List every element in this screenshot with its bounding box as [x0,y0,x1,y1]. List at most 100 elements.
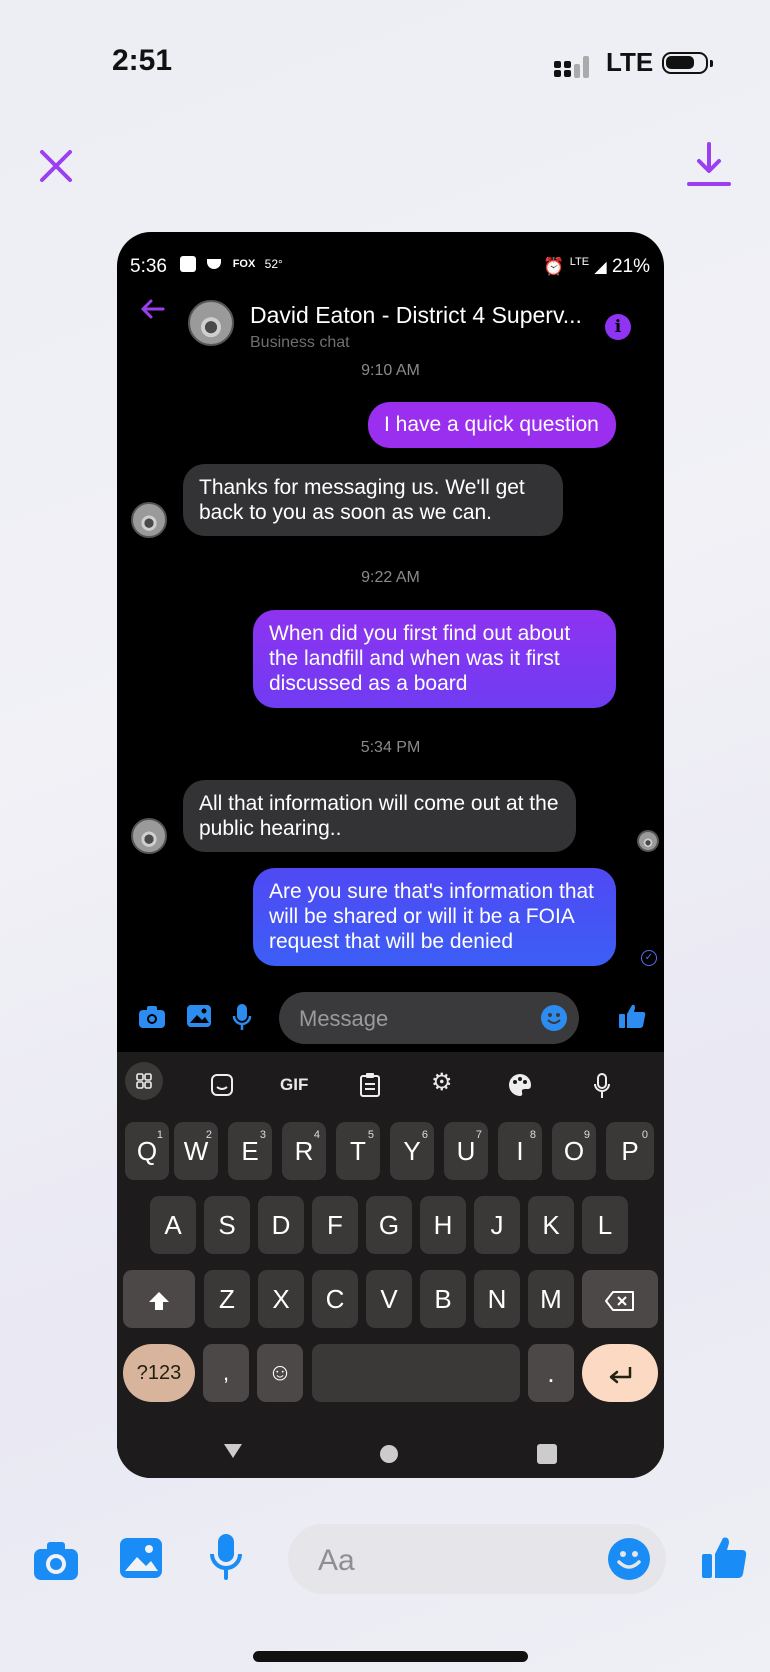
thumbs-up-icon [702,1537,747,1578]
emoji-icon[interactable] [541,1005,567,1031]
key-j[interactable]: J [474,1196,520,1254]
key-x[interactable]: X [258,1270,304,1328]
microphone-button[interactable] [231,1002,253,1037]
voice-input-icon[interactable] [592,1072,612,1105]
key-g[interactable]: G [366,1196,412,1254]
download-icon [687,142,731,186]
shift-key[interactable] [123,1270,195,1328]
key-v[interactable]: V [366,1270,412,1328]
app-notification-icon [180,256,196,272]
message-placeholder: Message [299,1006,389,1031]
close-icon [40,150,72,182]
signal-icon: ◢ [594,259,607,276]
keyboard: GIF ⚙ 1Q 2W 3E 4R 5T 6Y 7U 8I 9O 0P A S … [117,1052,664,1478]
home-indicator [253,1651,528,1662]
inner-status-icons: FOX 52° [180,256,283,272]
key-a[interactable]: A [150,1196,196,1254]
settings-icon[interactable]: ⚙ [431,1068,453,1097]
message-input[interactable]: Message [279,992,579,1044]
message-placeholder: Aa [318,1544,355,1577]
emoji-icon[interactable] [608,1538,650,1580]
microphone-icon [232,1004,252,1030]
clipboard-icon[interactable] [359,1072,381,1103]
contact-name[interactable]: David Eaton - District 4 Superv... [250,302,582,329]
reddit-icon [207,259,222,269]
info-icon: i [614,317,622,337]
gallery-icon [187,1005,211,1027]
inner-status-time: 5:36 [130,256,167,277]
avatar [131,502,167,538]
key-k[interactable]: K [528,1196,574,1254]
message-input[interactable]: Aa [288,1524,666,1594]
nav-back-button[interactable] [222,1442,244,1465]
key-e[interactable]: 3E [228,1122,272,1180]
grid-icon [136,1073,152,1089]
close-button[interactable] [36,146,80,190]
fox-sports-icon: FOX [232,258,256,270]
key-y[interactable]: 6Y [390,1122,434,1180]
space-key[interactable] [312,1344,520,1402]
timestamp: 9:22 AM [361,569,420,586]
apps-button[interactable] [125,1062,163,1100]
key-q[interactable]: 1Q [125,1122,169,1180]
key-o[interactable]: 9O [552,1122,596,1180]
back-button[interactable] [137,294,167,324]
palette-icon[interactable] [507,1072,533,1103]
arrow-left-icon [141,299,165,319]
inner-status-right: ⏰ LTE ◢ 21% [543,256,650,278]
camera-icon [34,1542,78,1580]
key-t[interactable]: 5T [336,1122,380,1180]
nav-home-button[interactable] [380,1445,398,1463]
emoji-key[interactable]: ☺ [257,1344,303,1402]
contact-subtitle: Business chat [250,334,350,351]
key-l[interactable]: L [582,1196,628,1254]
gallery-button[interactable] [118,1536,164,1585]
timestamp: 9:10 AM [361,362,420,379]
backspace-key[interactable] [582,1270,658,1328]
enter-key[interactable] [582,1344,658,1402]
camera-button[interactable] [32,1540,80,1587]
numbers-key[interactable]: ?123 [123,1344,195,1402]
message-bubble-incoming[interactable]: All that information will come out at th… [183,780,576,852]
avatar[interactable] [188,300,234,346]
comma-key[interactable]: , [203,1344,249,1402]
key-z[interactable]: Z [204,1270,250,1328]
message-bubble-outgoing[interactable]: When did you first find out about the la… [253,610,616,708]
key-b[interactable]: B [420,1270,466,1328]
gallery-button[interactable] [185,1003,213,1034]
camera-button[interactable] [137,1004,167,1035]
network-label: LTE [606,47,654,77]
key-c[interactable]: C [312,1270,358,1328]
key-p[interactable]: 0P [606,1122,654,1180]
download-button[interactable] [686,142,732,190]
info-button[interactable]: i [605,314,631,340]
key-w[interactable]: 2W [174,1122,218,1180]
sticker-icon[interactable] [209,1072,235,1103]
period-key[interactable]: . [528,1344,574,1402]
key-u[interactable]: 7U [444,1122,488,1180]
like-button[interactable] [700,1534,748,1587]
key-r[interactable]: 4R [282,1122,326,1180]
message-bubble-outgoing[interactable]: I have a quick question [368,402,616,448]
like-button[interactable] [617,1002,647,1035]
alarm-icon: ⏰ [543,257,565,276]
signal-icon [552,54,602,87]
key-i[interactable]: 8I [498,1122,542,1180]
key-m[interactable]: M [528,1270,574,1328]
microphone-icon [210,1534,242,1580]
enter-icon [609,1367,632,1384]
key-d[interactable]: D [258,1196,304,1254]
avatar [131,818,167,854]
nav-recents-button[interactable] [537,1444,557,1464]
message-bubble-incoming[interactable]: Thanks for messaging us. We'll get back … [183,464,563,536]
key-f[interactable]: F [312,1196,358,1254]
status-time: 2:51 [112,44,173,77]
gif-button[interactable]: GIF [280,1075,308,1095]
key-s[interactable]: S [204,1196,250,1254]
microphone-button[interactable] [208,1532,244,1587]
key-h[interactable]: H [420,1196,466,1254]
read-receipt-avatar [637,830,659,852]
message-bubble-outgoing[interactable]: Are you sure that's information that wil… [253,868,616,966]
key-n[interactable]: N [474,1270,520,1328]
inner-network: LTE [569,256,590,268]
